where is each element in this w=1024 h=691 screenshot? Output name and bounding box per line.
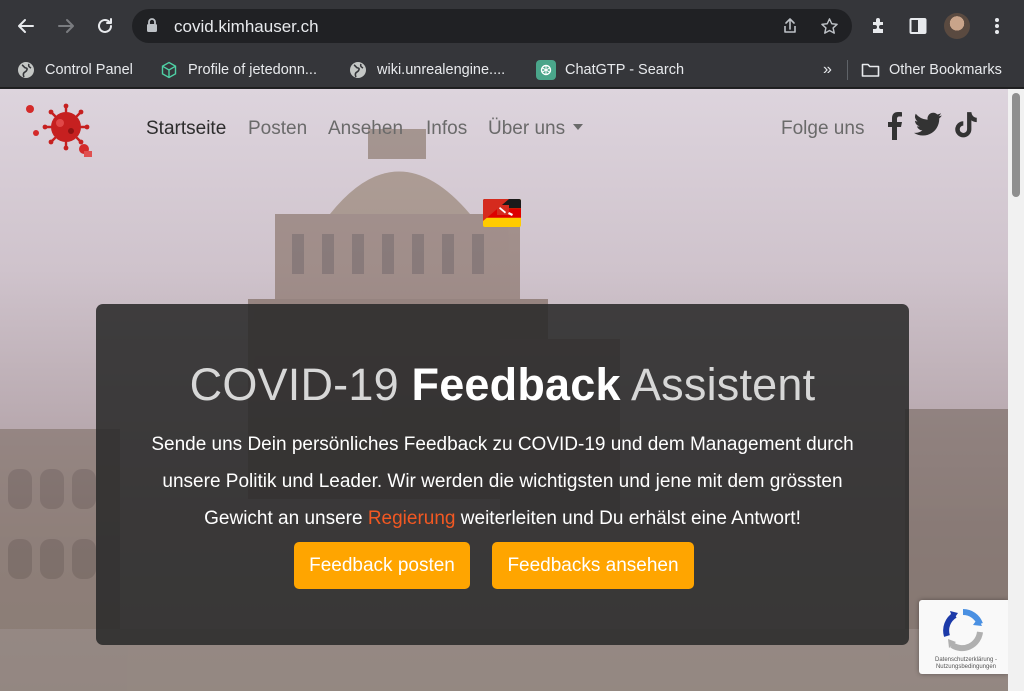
feedback-post-button[interactable]: Feedback posten [294,542,470,589]
nav-ansehen[interactable]: Ansehen [328,118,403,140]
feedback-view-button[interactable]: Feedbacks ansehen [492,542,694,589]
bookmark-separator [847,60,848,80]
tiktok-icon[interactable] [950,109,982,141]
nav-startseite[interactable]: Startseite [146,118,226,140]
language-flag-icon[interactable] [483,199,521,227]
other-bookmarks-folder[interactable]: Other Bookmarks [860,57,1002,83]
bookmark-label: Control Panel [45,62,133,78]
nav-posten[interactable]: Posten [248,118,307,140]
follow-label: Folge uns [781,118,865,139]
nav-infos[interactable]: Infos [426,118,467,140]
browser-toolbar: covid.kimhauser.ch [0,0,1024,52]
menu-kebab-icon[interactable] [984,13,1010,39]
bookmark-label: Profile of jetedonn... [188,62,317,78]
page-viewport: Startseite Posten Ansehen Infos Über uns… [0,89,1008,691]
bookmarks-overflow-button[interactable]: » [823,57,832,83]
folder-icon [860,60,880,80]
bookmark-control-panel[interactable]: Control Panel [16,57,133,83]
facebook-icon[interactable] [878,109,910,141]
forward-icon[interactable] [52,12,80,40]
scrollbar-thumb[interactable] [1012,93,1020,197]
bookmark-chatgtp[interactable]: ChatGTP - Search [536,57,684,83]
extensions-icon[interactable] [866,13,892,39]
twitter-icon[interactable] [912,109,944,141]
recaptcha-footer[interactable]: Datenschutzerklärung - Nutzungsbedingung… [923,657,1008,671]
bookmark-label: ChatGTP - Search [565,62,685,78]
address-bar[interactable]: covid.kimhauser.ch [132,9,852,43]
hero-panel: COVID-19 Feedback Assistent Sende uns De… [96,304,909,645]
recaptcha-icon [943,608,983,652]
reload-icon[interactable] [91,12,119,40]
site-logo[interactable] [24,103,96,159]
back-icon[interactable] [12,12,40,40]
hero-description: Sende uns Dein persönliches Feedback zu … [151,434,854,529]
bookmark-jetedonn[interactable]: Profile of jetedonn... [159,57,317,83]
page-scrollbar[interactable] [1008,89,1024,691]
bookmark-label: Other Bookmarks [889,62,1002,78]
url-text[interactable]: covid.kimhauser.ch [174,17,319,37]
virus-icon [26,103,92,157]
page-title: COVID-19 Feedback Assistent [189,359,816,410]
bookmark-label: wiki.unrealengine.... [377,62,506,78]
globe-icon [348,60,368,80]
side-panel-icon[interactable] [905,13,931,39]
regierung-link[interactable]: Regierung [368,508,456,529]
star-icon[interactable] [818,15,840,37]
bookmark-unrealengine[interactable]: wiki.unrealengine.... [348,57,505,83]
share-icon[interactable] [779,15,801,37]
lock-icon [146,18,158,38]
nav-ueber-uns-dropdown[interactable]: Über uns [488,118,584,140]
caret-down-icon [573,123,584,130]
recaptcha-badge[interactable]: Datenschutzerklärung - Nutzungsbedingung… [919,600,1008,674]
globe-icon [16,60,36,80]
profile-avatar[interactable] [944,13,970,39]
bookmarks-bar: Control Panel Profile of jetedonn... wik… [0,52,1024,88]
cube-icon [159,60,179,80]
openai-icon [536,60,556,80]
